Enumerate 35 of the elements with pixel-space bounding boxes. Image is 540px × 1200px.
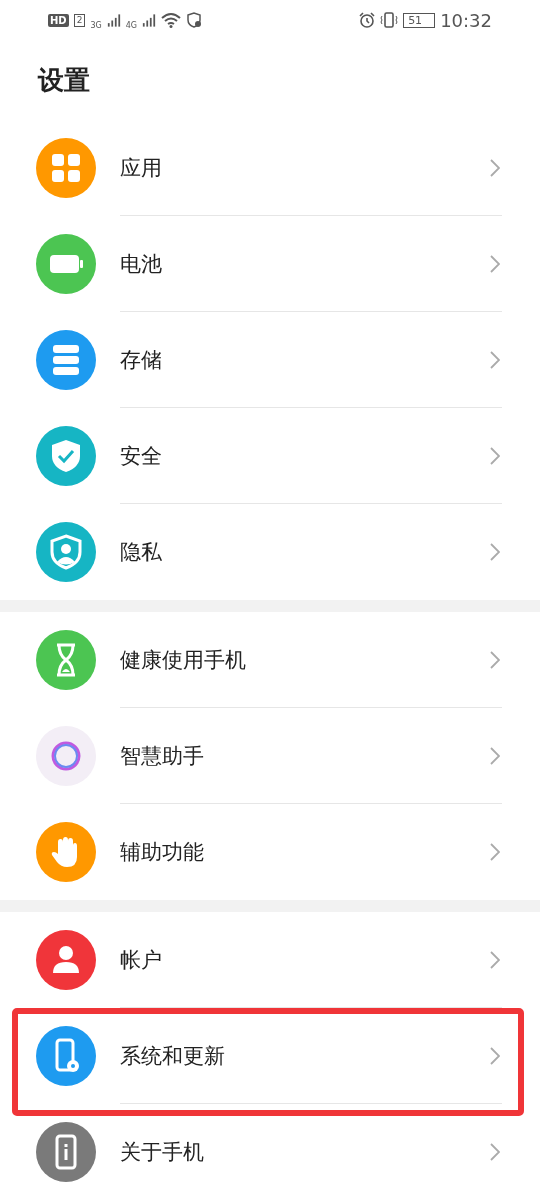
settings-item[interactable]: 系统和更新 — [120, 1041, 225, 1070]
network-type: 4G — [125, 20, 137, 30]
hd-badge: HD — [48, 13, 69, 27]
settings-item[interactable]: 隐私 — [120, 538, 162, 566]
settings-item[interactable]: 应用 — [120, 153, 162, 182]
network-type: 3G — [90, 20, 102, 30]
shield-icon — [186, 12, 202, 28]
settings-item[interactable]: 存储 — [120, 345, 162, 374]
chevron-right-icon — [490, 843, 500, 861]
chevron-right-icon — [490, 746, 500, 765]
chevron-right-icon — [490, 1143, 500, 1161]
clock-time: 10:32 — [440, 9, 492, 31]
chevron-right-icon — [490, 350, 500, 369]
chevron-right-icon — [490, 650, 500, 669]
settings-item[interactable]: 辅助功能 — [120, 838, 204, 866]
settings-item[interactable]: 健康使用手机 — [120, 645, 246, 674]
chevron-right-icon — [490, 158, 500, 177]
signal-icon — [106, 13, 121, 27]
settings-item[interactable]: 安全 — [120, 441, 162, 470]
signal-icon — [142, 13, 156, 27]
chevron-right-icon — [490, 950, 500, 969]
settings-item[interactable]: 帐户 — [120, 945, 162, 974]
vibrate-icon — [380, 12, 399, 28]
settings-item[interactable]: 关于手机 — [120, 1138, 204, 1166]
settings-item[interactable]: 电池 — [120, 249, 162, 278]
sim-number: 2 — [73, 13, 86, 27]
battery-indicator: 51 — [403, 12, 436, 28]
alarm-icon — [359, 12, 376, 28]
chevron-right-icon — [490, 543, 500, 561]
wifi-icon — [161, 12, 181, 28]
page-title: 设置 — [36, 63, 91, 97]
settings-item[interactable]: 智慧助手 — [120, 741, 204, 770]
chevron-right-icon — [490, 254, 500, 273]
chevron-right-icon — [490, 446, 500, 465]
chevron-right-icon — [490, 1046, 500, 1065]
